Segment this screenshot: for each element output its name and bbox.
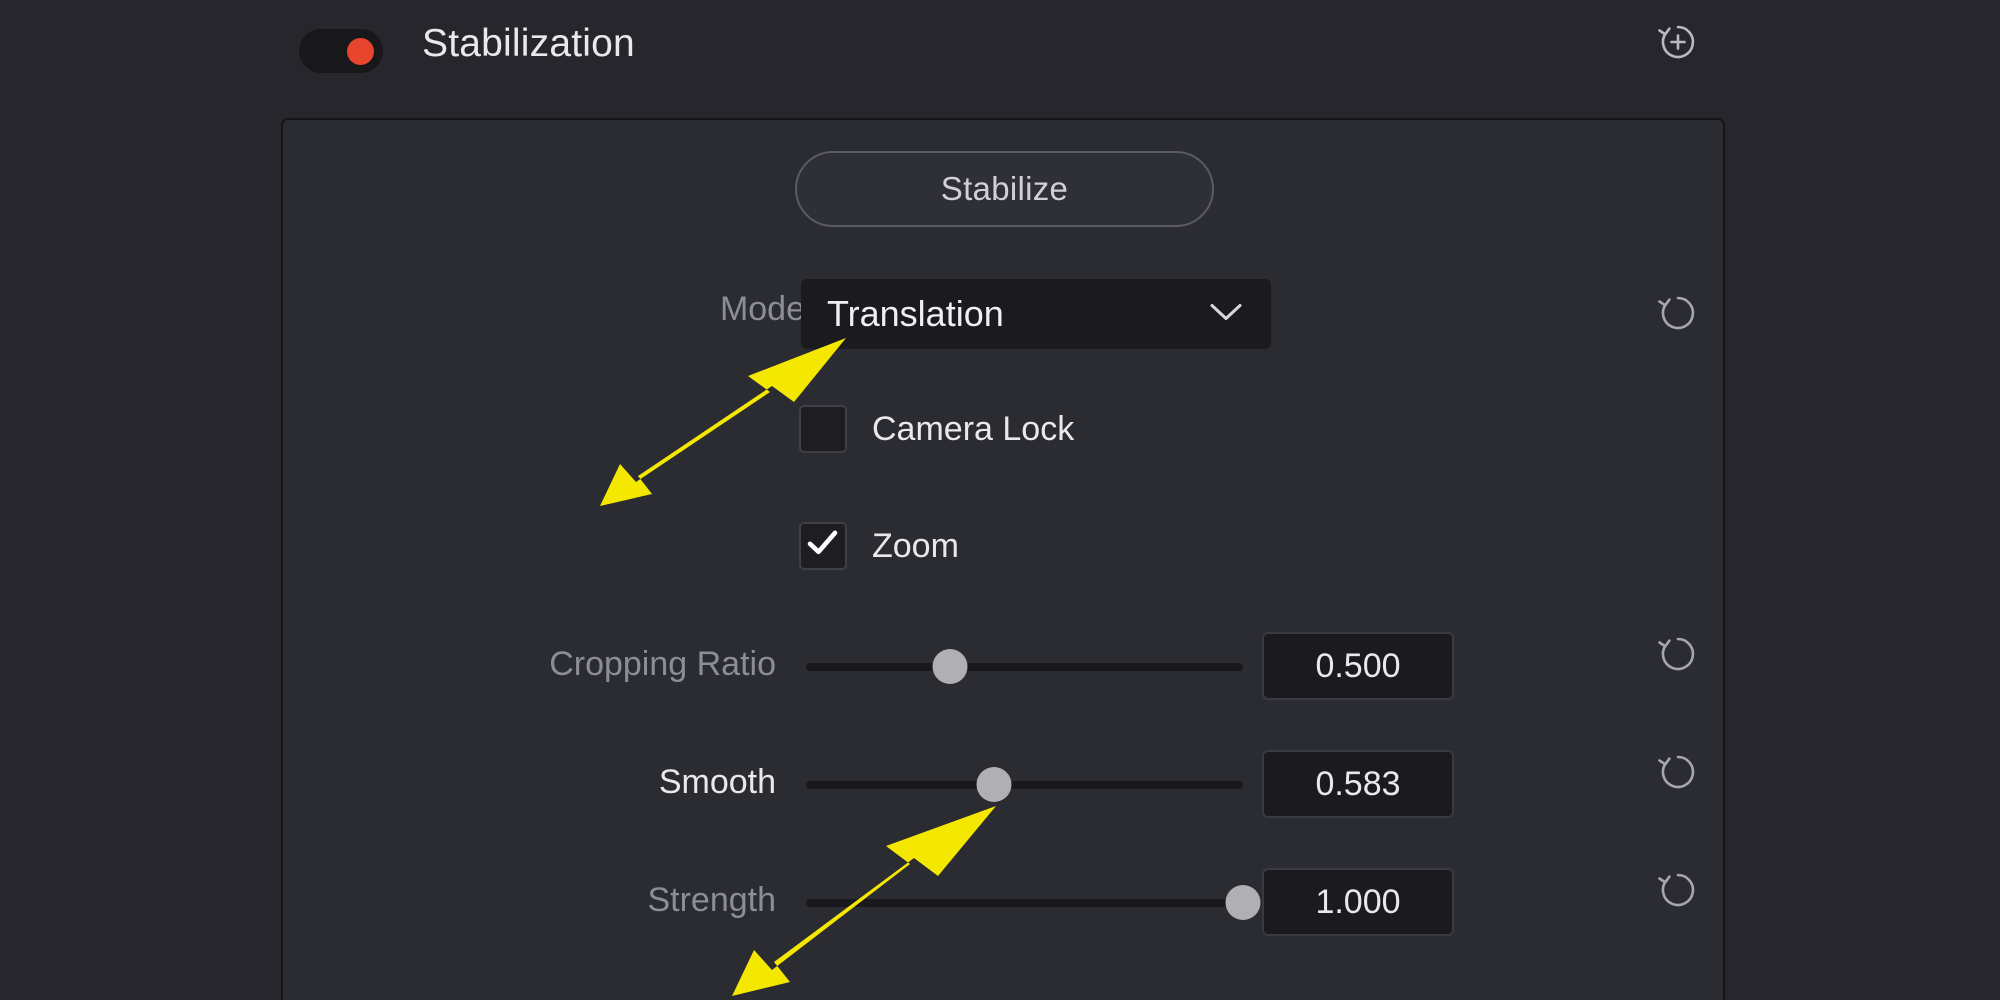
stabilize-button[interactable]: Stabilize (795, 151, 1214, 227)
reset-plus-icon[interactable] (1652, 16, 1704, 68)
slider-thumb[interactable] (976, 767, 1012, 802)
mode-selected-value: Translation (827, 293, 1004, 334)
cropping-ratio-slider[interactable] (806, 632, 1243, 702)
stabilization-panel-screen: Stabilization Stabilize Mode Translation (0, 0, 2000, 1000)
camera-lock-checkbox-row[interactable]: Camera Lock (799, 405, 1074, 453)
cropping-ratio-value[interactable]: 0.500 (1262, 632, 1454, 700)
cropping-ratio-row: Cropping Ratio 0.500 (281, 632, 1725, 702)
mode-dropdown[interactable]: Translation (801, 279, 1271, 349)
smooth-slider[interactable] (806, 750, 1243, 820)
smooth-reset-icon[interactable] (1652, 746, 1704, 798)
cropping-ratio-reset-icon[interactable] (1652, 628, 1704, 680)
strength-value[interactable]: 1.000 (1262, 868, 1454, 936)
strength-label: Strength (647, 881, 776, 919)
slider-track (806, 663, 1243, 671)
zoom-checkbox[interactable] (799, 522, 847, 570)
toggle-knob (347, 37, 374, 65)
zoom-checkbox-row[interactable]: Zoom (799, 522, 959, 570)
strength-reset-icon[interactable] (1652, 864, 1704, 916)
strength-row: Strength 1.000 (281, 868, 1725, 938)
slider-thumb[interactable] (1225, 885, 1261, 920)
checkmark-icon (806, 529, 840, 562)
slider-thumb[interactable] (932, 649, 968, 684)
slider-track (806, 781, 1243, 789)
camera-lock-label: Camera Lock (872, 409, 1075, 448)
mode-reset-icon[interactable] (1652, 287, 1704, 339)
slider-track (806, 899, 1243, 907)
chevron-down-icon (1209, 301, 1243, 328)
stabilization-enable-toggle[interactable] (299, 29, 383, 73)
mode-label: Mode (719, 290, 805, 328)
strength-slider[interactable] (806, 868, 1261, 938)
cropping-ratio-label: Cropping Ratio (549, 645, 776, 683)
smooth-row: Smooth 0.583 (281, 750, 1725, 820)
smooth-value[interactable]: 0.583 (1262, 750, 1454, 818)
page-title: Stabilization (422, 22, 635, 65)
smooth-label: Smooth (658, 763, 776, 801)
zoom-label: Zoom (872, 526, 959, 565)
camera-lock-checkbox[interactable] (799, 405, 847, 453)
